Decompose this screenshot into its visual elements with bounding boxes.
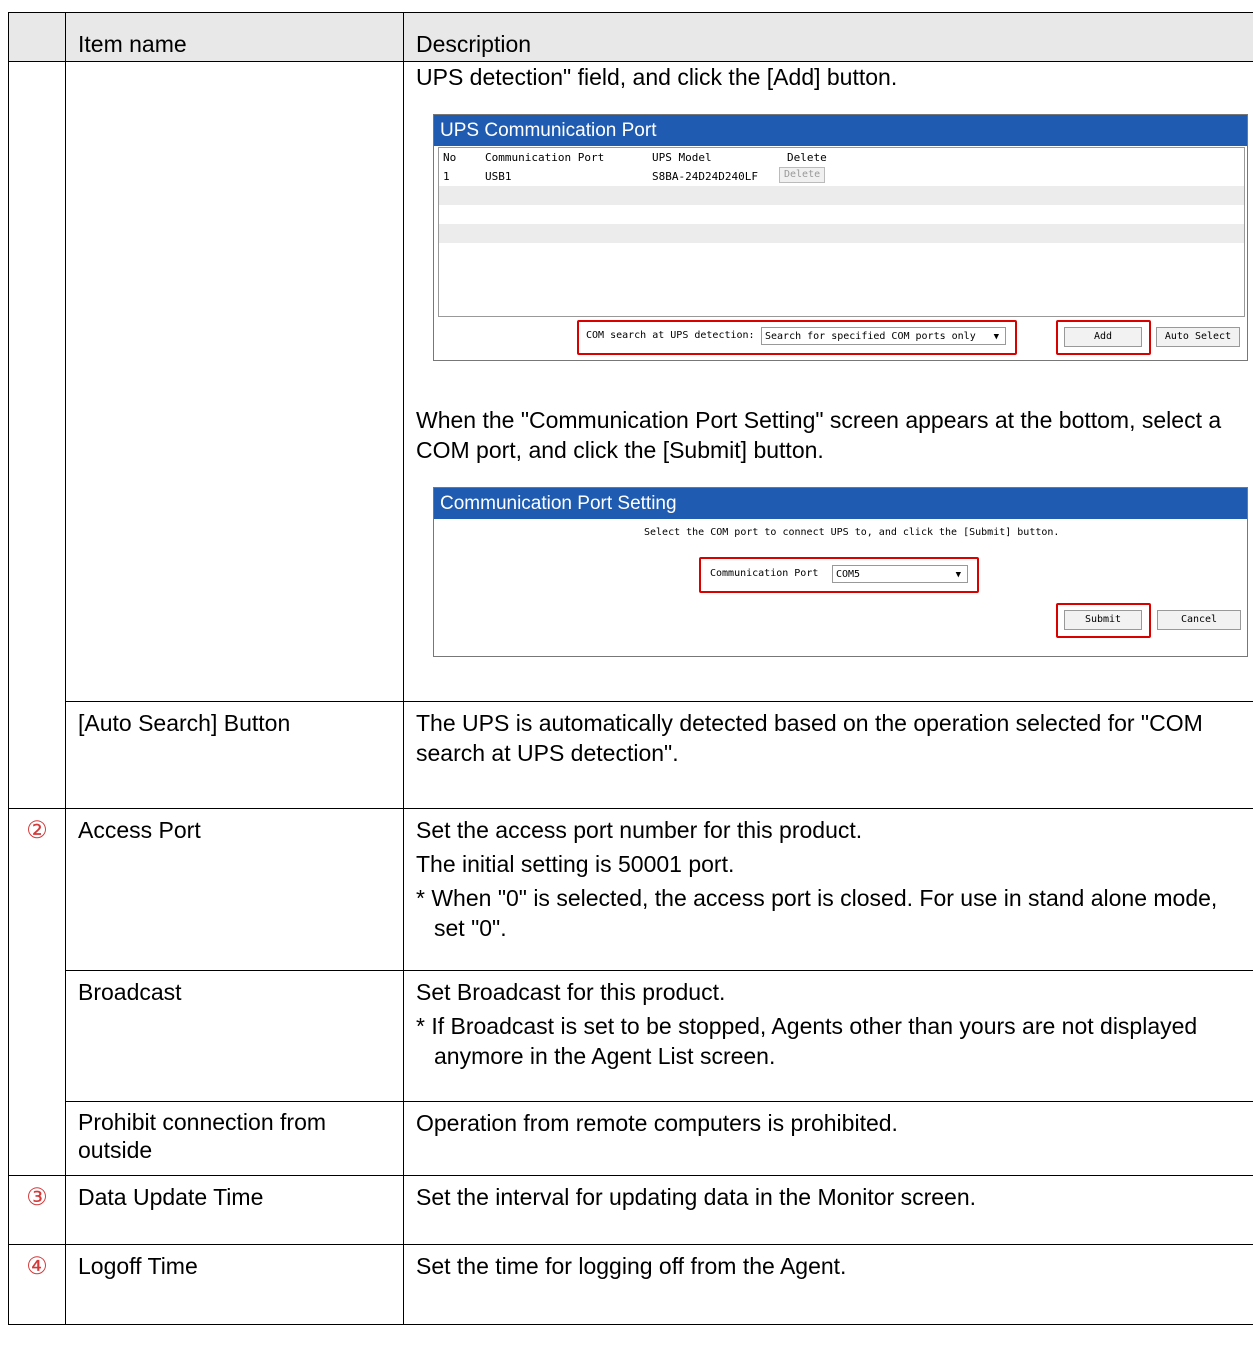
cancel-button[interactable]: Cancel	[1157, 610, 1241, 630]
row-item: Access Port	[65, 808, 404, 971]
description-line: Set the time for logging off from the Ag…	[416, 1253, 847, 1279]
row-description: The UPS is automatically detected based …	[403, 701, 1253, 809]
port-value: COM5	[836, 569, 861, 580]
communication-port-setting-screenshot: Communication Port Setting Select the CO…	[433, 487, 1248, 657]
description-line: Set the interval for updating data in th…	[416, 1184, 976, 1210]
table-row-add: UPS detection" field, and click the [Add…	[8, 61, 1253, 809]
row-mark: ③	[8, 1175, 66, 1245]
add-button[interactable]: Add	[1064, 327, 1142, 347]
ups-port-title: UPS Communication Port	[434, 115, 1247, 146]
description-line: The initial setting is 50001 port.	[416, 851, 735, 877]
delete-button[interactable]: Delete	[779, 167, 826, 183]
header-item-name: Item name	[65, 12, 404, 62]
com-search-label: COM search at UPS detection:	[586, 330, 755, 341]
row-item: [Auto Search] Button	[65, 701, 404, 809]
list-item: 1 USB1 S8BA-24D24D240LF Delete	[439, 167, 1244, 186]
chevron-down-icon: ▼	[955, 570, 961, 580]
list-item	[439, 186, 1244, 205]
table-row: Prohibit connection from outside Operati…	[9, 1101, 1253, 1176]
circled-number-4: ④	[26, 1253, 48, 1280]
row-item: Prohibit connection from outside	[65, 1101, 404, 1176]
com-search-value: Search for specified COM ports only	[765, 331, 976, 342]
list-item	[439, 224, 1244, 243]
col-no: No	[443, 151, 457, 164]
port-setting-body: Select the COM port to connect UPS to, a…	[434, 519, 1247, 656]
table-row: ③ Data Update Time Set the interval for …	[8, 1175, 1253, 1245]
description-line: Set Broadcast for this product.	[416, 979, 726, 1005]
description-line: The UPS is automatically detected based …	[416, 710, 1203, 766]
port-label: Communication Port	[710, 568, 819, 579]
circled-number-3: ③	[26, 1184, 48, 1211]
col-model: UPS Model	[652, 151, 712, 164]
port-setting-instruction: Select the COM port to connect UPS to, a…	[644, 527, 1060, 538]
header-description: Description	[403, 12, 1253, 62]
table-row: ④ Logoff Time Set the time for logging o…	[8, 1244, 1253, 1325]
header-row: Item name Description	[8, 12, 1253, 62]
settings-table: Item name Description UPS detection" fie…	[8, 12, 1253, 1325]
cell-model: S8BA-24D24D240LF	[652, 170, 758, 183]
circled-number-2: ②	[26, 817, 48, 844]
col-delete: Delete	[787, 151, 827, 164]
ups-communication-port-screenshot: UPS Communication Port No Communication …	[433, 114, 1248, 361]
port-setting-title: Communication Port Setting	[434, 488, 1247, 519]
ports-header: No Communication Port UPS Model Delete	[439, 148, 1244, 167]
description-note: * When "0" is selected, the access port …	[416, 885, 1218, 941]
row-description: Set the interval for updating data in th…	[403, 1175, 1253, 1245]
row-item: Data Update Time	[65, 1175, 404, 1245]
row-description: UPS detection" field, and click the [Add…	[403, 61, 1253, 702]
row-description: Set the access port number for this prod…	[403, 808, 1253, 971]
com-search-select[interactable]: Search for specified COM ports only ▼	[761, 327, 1006, 345]
header-mark	[8, 12, 66, 62]
table-row: [Auto Search] Button The UPS is automati…	[9, 701, 1253, 809]
ports-list: No Communication Port UPS Model Delete 1…	[438, 147, 1245, 317]
description-line: Set the access port number for this prod…	[416, 817, 863, 843]
port-select[interactable]: COM5 ▼	[832, 565, 968, 583]
list-item	[439, 243, 1244, 262]
table-row: Broadcast Set Broadcast for this product…	[9, 970, 1253, 1102]
row-item	[65, 61, 404, 702]
chevron-down-icon: ▼	[993, 332, 999, 342]
list-item	[439, 205, 1244, 224]
row-mark	[8, 61, 66, 809]
row-description: Operation from remote computers is prohi…	[403, 1101, 1253, 1176]
row-item: Logoff Time	[65, 1244, 404, 1325]
description-line: Operation from remote computers is prohi…	[416, 1110, 898, 1136]
row-item: Broadcast	[65, 970, 404, 1102]
description-note: * If Broadcast is set to be stopped, Age…	[416, 1013, 1198, 1069]
row-mark: ④	[8, 1244, 66, 1325]
cell-port: USB1	[485, 170, 512, 183]
row-description: Set the time for logging off from the Ag…	[403, 1244, 1253, 1325]
cell-no: 1	[443, 170, 450, 183]
add-instruction: UPS detection" field, and click the [Add…	[416, 64, 898, 90]
table-row: ② Access Port Set the access port number…	[8, 808, 1253, 1176]
col-port: Communication Port	[485, 151, 605, 164]
row-mark: ②	[8, 808, 66, 1176]
row-description: Set Broadcast for this product. * If Bro…	[403, 970, 1253, 1102]
submit-instruction: When the "Communication Port Setting" sc…	[416, 407, 1222, 463]
ups-port-footer: COM search at UPS detection: Search for …	[434, 317, 1247, 357]
submit-button[interactable]: Submit	[1064, 610, 1142, 630]
auto-select-button[interactable]: Auto Select	[1156, 327, 1240, 347]
